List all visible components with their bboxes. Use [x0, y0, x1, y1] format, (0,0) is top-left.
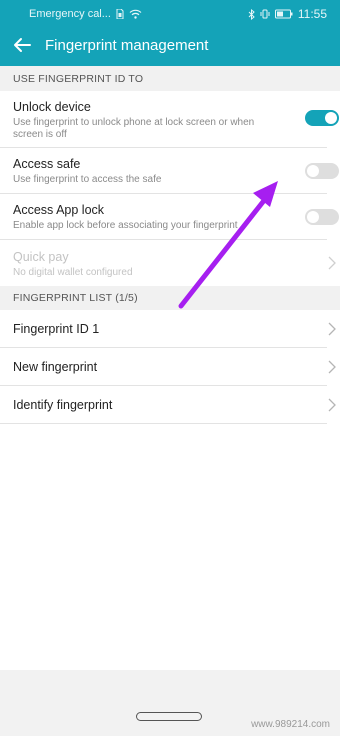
annotation-arrow: [178, 181, 278, 309]
home-gesture-bar[interactable]: [136, 712, 202, 721]
navigation-bar: [0, 700, 340, 736]
watermark: www.989214.com: [251, 719, 330, 730]
